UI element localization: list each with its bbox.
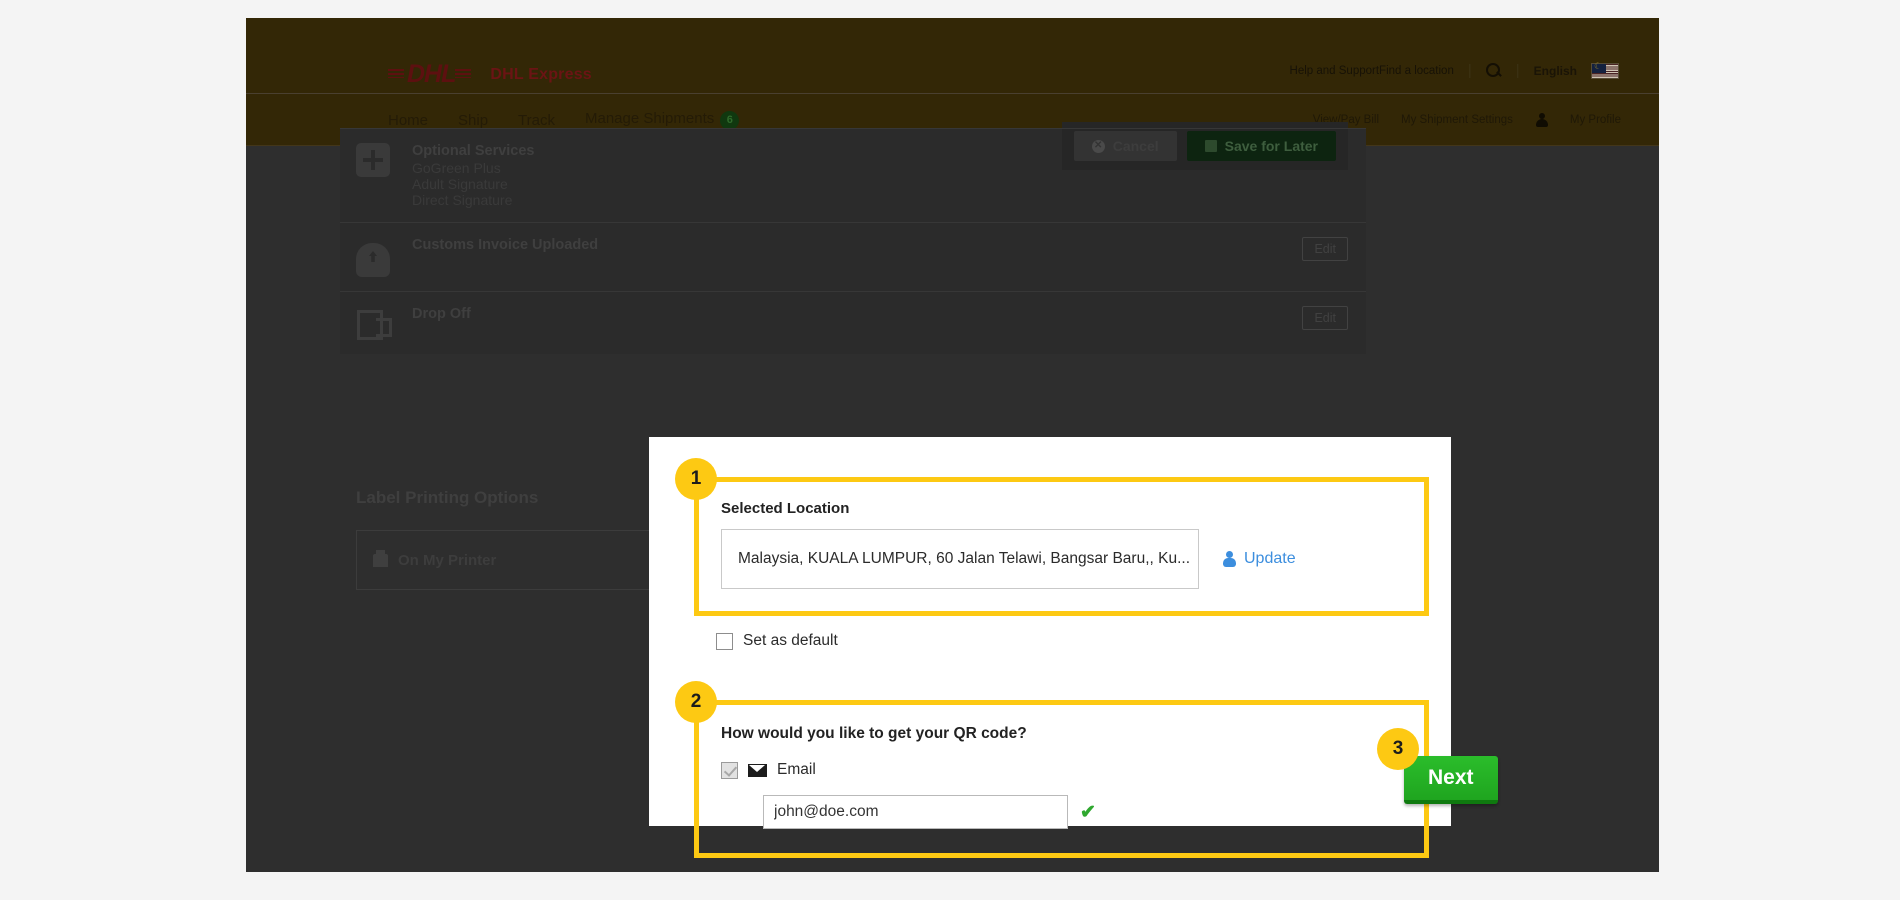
nav-item-manage-shipments[interactable]: Manage Shipments 6 <box>585 110 740 130</box>
next-button[interactable]: Next <box>1404 756 1498 804</box>
step-badge-1: 1 <box>675 458 717 500</box>
service-point-modal: 1 Selected Location Malaysia, KUALA LUMP… <box>649 437 1451 858</box>
my-shipment-settings-link[interactable]: My Shipment Settings <box>1401 114 1513 126</box>
shipment-summary-panel: ✕ Cancel Save for Later Optional Service… <box>340 122 1366 354</box>
plus-icon <box>356 143 390 177</box>
brand-logo[interactable]: DHL DHL Express <box>388 60 592 89</box>
divider: | <box>1515 62 1520 79</box>
selected-location-highlight: 1 Selected Location Malaysia, KUALA LUMP… <box>675 458 1429 616</box>
brand-name: DHL Express <box>490 65 592 83</box>
header-top-bar: DHL DHL Express Help and Support Find a l… <box>246 18 1659 94</box>
language-selector-label[interactable]: English <box>1534 64 1577 78</box>
step-badge-2: 2 <box>675 681 717 723</box>
nav-item-manage-shipments-label: Manage Shipments <box>585 110 715 128</box>
search-icon[interactable] <box>1485 62 1502 79</box>
location-pin-icon <box>1223 551 1236 567</box>
update-location-label: Update <box>1244 550 1296 567</box>
set-as-default-row[interactable]: Set as default <box>716 632 1411 650</box>
edit-customs-invoice-button[interactable]: Edit <box>1302 237 1348 261</box>
customs-invoice-title: Customs Invoice Uploaded <box>412 237 599 253</box>
dhl-logo-text: DHL <box>407 60 456 88</box>
selected-location-value[interactable]: Malaysia, KUALA LUMPUR, 60 Jalan Telawi,… <box>721 529 1199 589</box>
find-a-location-link[interactable]: Find a location <box>1379 65 1454 77</box>
summary-row-drop-off: Drop Off Edit <box>340 291 1366 354</box>
optional-service-adult-signature: Adult Signature <box>412 176 508 192</box>
edit-drop-off-button[interactable]: Edit <box>1302 306 1348 330</box>
optional-service-gogreen: GoGreen Plus <box>412 160 501 176</box>
nav-item-track[interactable]: Track <box>518 112 555 129</box>
malaysia-flag-icon[interactable] <box>1591 61 1619 79</box>
header-utility-nav: Help and Support Find a location | | Engl… <box>1290 61 1619 79</box>
email-option-row[interactable]: Email <box>721 761 1402 779</box>
update-location-button[interactable]: Update <box>1223 550 1296 568</box>
next-button-wrap: 3 Next <box>1377 728 1498 804</box>
email-option-label: Email <box>777 761 816 778</box>
help-and-support-link[interactable]: Help and Support <box>1290 65 1380 77</box>
optional-service-direct-signature: Direct Signature <box>412 192 513 208</box>
set-as-default-label: Set as default <box>743 632 838 649</box>
nav-item-home[interactable]: Home <box>388 112 428 129</box>
label-option-on-my-printer-label: On My Printer <box>398 551 497 569</box>
step-badge-3: 3 <box>1377 728 1419 770</box>
manage-shipments-count-badge: 6 <box>720 110 740 130</box>
selected-location-label: Selected Location <box>721 500 850 517</box>
green-check-icon: ✔ <box>1080 801 1096 823</box>
cloud-upload-icon <box>356 243 390 277</box>
set-as-default-checkbox[interactable] <box>716 632 733 650</box>
summary-row-optional-services: Optional Services GoGreen Plus Adult Sig… <box>340 128 1366 222</box>
dhl-logo-icon: DHL <box>388 60 474 89</box>
email-option-checkbox[interactable] <box>721 761 738 779</box>
screenshot-root: DHL DHL Express Help and Support Find a l… <box>0 0 1900 900</box>
optional-services-title: Optional Services <box>412 143 535 159</box>
email-input[interactable] <box>763 795 1068 829</box>
drop-off-title: Drop Off <box>412 306 471 322</box>
divider: | <box>1467 62 1472 79</box>
dhl-page: DHL DHL Express Help and Support Find a l… <box>246 18 1659 872</box>
drop-off-truck-icon <box>356 306 392 340</box>
envelope-icon <box>748 763 767 777</box>
person-icon <box>1535 113 1548 127</box>
summary-row-customs-invoice: Customs Invoice Uploaded Edit <box>340 222 1366 291</box>
printer-icon <box>373 549 388 567</box>
qr-delivery-highlight: 2 How would you like to get your QR code… <box>675 681 1429 858</box>
nav-item-ship[interactable]: Ship <box>458 112 488 129</box>
qr-code-question: How would you like to get your QR code? <box>721 725 1027 742</box>
my-profile-link[interactable]: My Profile <box>1570 114 1621 126</box>
